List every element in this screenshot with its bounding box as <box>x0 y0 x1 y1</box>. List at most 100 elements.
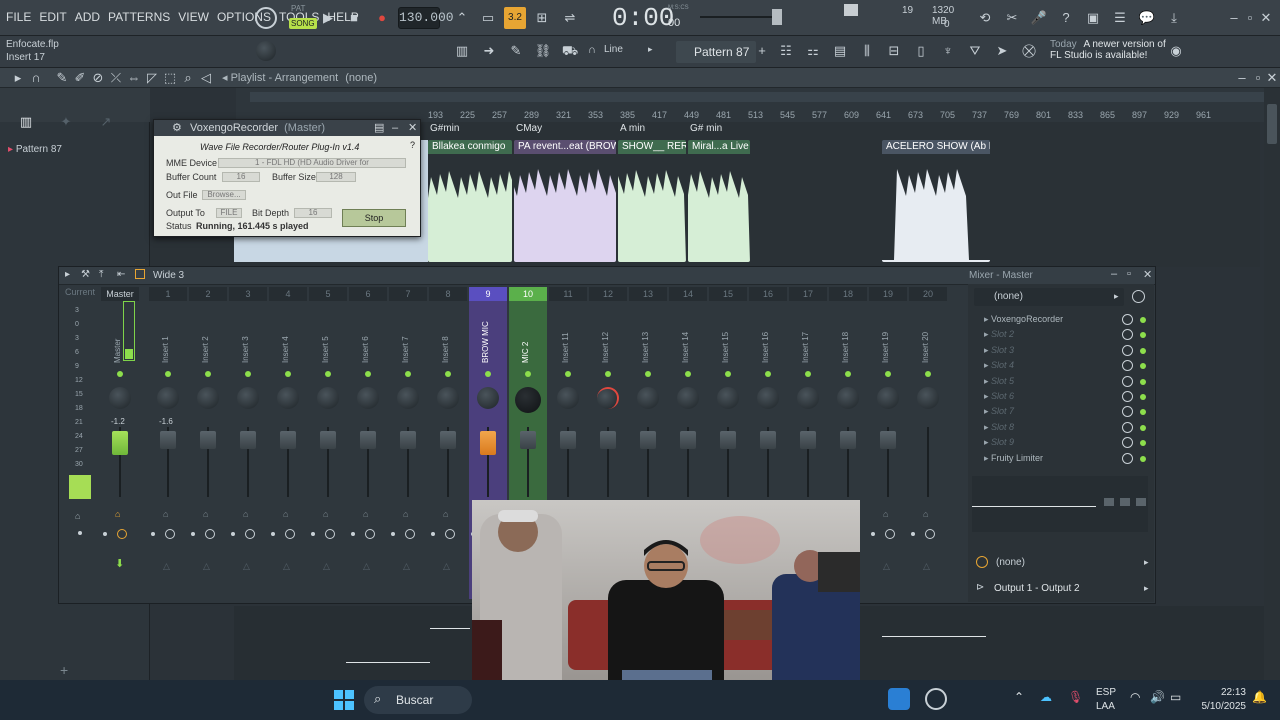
pan-knob[interactable] <box>237 387 259 409</box>
strip-enable-led[interactable] <box>365 371 371 377</box>
close-icon[interactable]: ✕ <box>1256 8 1276 28</box>
route-switch-icon[interactable]: ⌂ <box>283 509 288 519</box>
menu-edit[interactable]: EDIT <box>39 10 66 24</box>
pat-song-switch[interactable]: PAT SONG <box>289 4 317 32</box>
slot-enable-led[interactable] <box>1140 332 1146 339</box>
effect-slot[interactable]: ▸ Slot 4 <box>976 358 1146 373</box>
send-level-knob[interactable] <box>205 529 215 539</box>
strip-enable-led[interactable] <box>285 371 291 377</box>
buffer-count-field[interactable]: 16 <box>222 172 260 182</box>
plugin-icon[interactable]: ♆ <box>938 41 958 61</box>
slot-enable-led[interactable] <box>1140 317 1146 323</box>
mixer-route-icon[interactable]: ⇤ <box>117 269 125 280</box>
route-arrow-icon[interactable]: △ <box>923 561 930 572</box>
send-level-knob[interactable] <box>885 529 895 539</box>
pattern-selector[interactable]: Pattern 87 <box>676 41 756 63</box>
mic-tray-icon[interactable]: 🎙 <box>1068 690 1083 704</box>
strip-enable-led[interactable] <box>725 371 731 377</box>
arrow-right-icon[interactable]: ➜ <box>479 41 499 61</box>
pan-knob[interactable] <box>677 387 699 409</box>
news-panel[interactable]: Today A newer version of FL Studio is av… <box>1050 39 1180 65</box>
plugin-title-bar[interactable]: ⚙ VoxengoRecorder (Master) ▤ – ✕ <box>154 120 420 136</box>
route-arrow-icon[interactable]: △ <box>403 561 410 572</box>
render-icon[interactable]: ➤ <box>992 41 1012 61</box>
send-level-knob[interactable] <box>285 529 295 539</box>
plugin-help-icon[interactable]: ? <box>410 140 415 150</box>
slip-tool-icon[interactable]: ⇔ <box>124 68 144 88</box>
menu-file[interactable]: FILE <box>6 10 31 24</box>
route-switch-icon[interactable]: ⌂ <box>163 509 168 519</box>
route-switch-icon[interactable]: ⌂ <box>883 509 888 519</box>
volume-fader-handle[interactable] <box>440 431 456 449</box>
step-seq-icon[interactable]: ▤ <box>830 41 850 61</box>
record-icon[interactable]: ● <box>372 8 392 28</box>
send-level-knob[interactable] <box>245 529 255 539</box>
timeline-marker[interactable]: G#min <box>430 123 459 134</box>
route-arrow-icon[interactable]: △ <box>323 561 330 572</box>
pan-knob[interactable] <box>357 387 379 409</box>
slot-mix-knob[interactable] <box>1122 406 1133 418</box>
volume-fader-handle[interactable] <box>800 431 816 449</box>
mixer-strip-insert[interactable]: 1 Insert 1 -1.6 ⌂ △ <box>149 287 187 599</box>
route-arrow-icon[interactable]: △ <box>283 561 290 572</box>
slot-enable-led[interactable] <box>1140 440 1146 447</box>
effect-slot[interactable]: ▸ Slot 8 <box>976 420 1146 435</box>
zoom-tool-icon[interactable]: ⌕ <box>178 68 198 88</box>
pan-knob[interactable] <box>757 387 779 409</box>
send-dot[interactable] <box>391 532 395 536</box>
volume-fader-handle[interactable] <box>760 431 776 449</box>
send-dot[interactable] <box>351 532 355 536</box>
browser-icon[interactable]: ⊟ <box>884 41 904 61</box>
taskbar-app-icon[interactable] <box>888 688 910 710</box>
menu-view[interactable]: VIEW <box>178 10 209 24</box>
pan-knob[interactable] <box>397 387 419 409</box>
volume-icon[interactable]: 🔊 <box>1150 690 1165 704</box>
send-dot[interactable] <box>231 532 235 536</box>
playlist-menu-icon[interactable]: ▸ <box>8 68 28 88</box>
volume-fader-handle[interactable] <box>640 431 656 449</box>
slot-mix-knob[interactable] <box>1122 452 1133 464</box>
pan-knob[interactable] <box>837 387 859 409</box>
channel-rack-icon[interactable]: ⚏ <box>803 41 823 61</box>
volume-fader-handle[interactable] <box>520 431 536 449</box>
playlist-icon[interactable]: ☷ <box>776 41 796 61</box>
stop-button[interactable]: Stop <box>342 209 406 227</box>
pan-knob[interactable] <box>197 387 219 409</box>
pan-knob[interactable] <box>477 387 499 409</box>
strip-enable-led[interactable] <box>605 371 611 377</box>
strip-enable-led[interactable] <box>685 371 691 377</box>
plugin-gear-icon[interactable]: ⚙ <box>172 120 182 136</box>
send-dot[interactable] <box>871 532 875 536</box>
slot-enable-led[interactable] <box>1140 378 1146 385</box>
send-dot[interactable] <box>151 532 155 536</box>
volume-fader-handle[interactable] <box>280 431 296 449</box>
strip-enable-led[interactable] <box>925 371 931 377</box>
wifi-icon[interactable]: ◠ <box>1130 690 1140 704</box>
plugin-close-icon[interactable]: ✕ <box>408 120 417 136</box>
slot-mix-knob[interactable] <box>1122 314 1133 325</box>
route-switch-icon[interactable]: ⌂ <box>403 509 408 519</box>
pencil-icon[interactable]: ✎ <box>506 41 526 61</box>
playlist-scrollbar[interactable] <box>1264 88 1280 680</box>
volume-fader-handle[interactable] <box>320 431 336 449</box>
effect-slot[interactable]: ▸ Slot 7 <box>976 404 1146 419</box>
slot-enable-led[interactable] <box>1140 455 1146 462</box>
pan-knob[interactable] <box>797 387 819 409</box>
route-arrow-icon[interactable]: △ <box>883 561 890 572</box>
timeline-marker[interactable]: CMay <box>516 123 542 134</box>
slot-enable-led[interactable] <box>1140 409 1146 416</box>
strip-enable-led[interactable] <box>405 371 411 377</box>
play-icon[interactable]: ▶ <box>318 8 338 28</box>
pan-knob[interactable] <box>437 387 459 409</box>
route-switch-icon[interactable]: ⌂ <box>115 509 120 519</box>
strip-enable-led[interactable] <box>485 371 491 377</box>
slot-enable-led[interactable] <box>1140 394 1146 400</box>
slot-mix-knob[interactable] <box>1122 360 1133 372</box>
send-level-knob[interactable] <box>165 529 175 539</box>
notification-icon[interactable]: 🔔 <box>1252 690 1267 704</box>
start-button[interactable] <box>334 690 354 710</box>
add-track-icon[interactable]: + <box>60 662 68 678</box>
menu-patterns[interactable]: PATTERNS <box>108 10 170 24</box>
send-dot[interactable] <box>911 532 915 536</box>
strip-enable-led[interactable] <box>845 371 851 377</box>
